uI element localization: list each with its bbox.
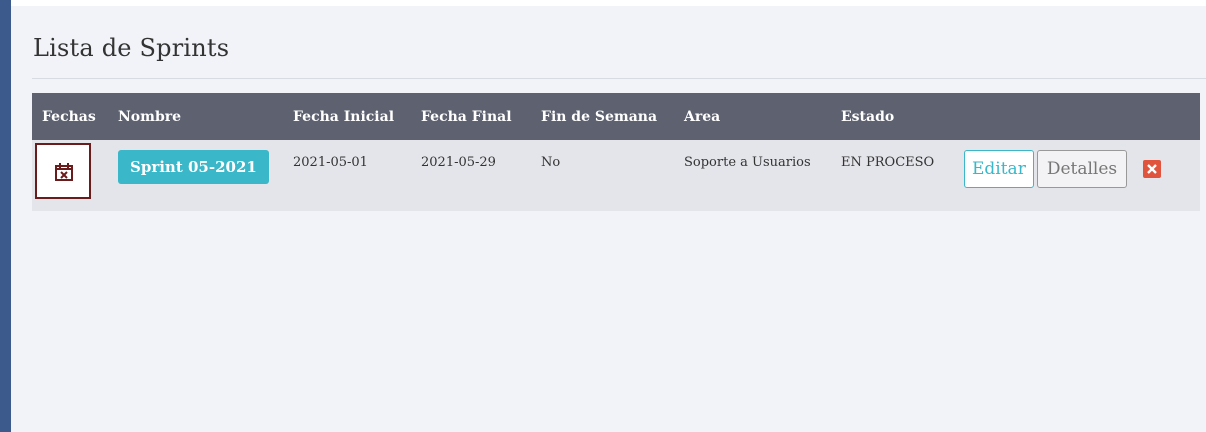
details-button[interactable]: Detalles bbox=[1036, 150, 1128, 188]
header-fecha-inicial: Fecha Inicial bbox=[293, 108, 395, 125]
edit-button[interactable]: Editar bbox=[964, 150, 1034, 188]
cell-actions: Editar Detalles bbox=[964, 140, 1200, 211]
table-header-row: Fechas Nombre Fecha Inicial Fecha Final … bbox=[32, 93, 1200, 140]
header-area: Area bbox=[684, 108, 721, 125]
header-fin-de-semana: Fin de Semana bbox=[541, 108, 658, 125]
area-value: Soporte a Usuarios bbox=[684, 155, 811, 170]
cell-estado: EN PROCESO bbox=[841, 140, 964, 211]
top-strip bbox=[11, 0, 1206, 6]
cell-fecha-inicial: 2021-05-01 bbox=[293, 140, 421, 211]
sprints-table: Fechas Nombre Fecha Inicial Fecha Final … bbox=[32, 93, 1200, 211]
title-divider bbox=[32, 78, 1206, 79]
header-nombre: Nombre bbox=[118, 108, 182, 125]
fecha-final-value: 2021-05-29 bbox=[421, 155, 496, 170]
estado-value: EN PROCESO bbox=[841, 155, 935, 170]
sprint-name-button[interactable]: Sprint 05-2021 bbox=[118, 150, 269, 184]
cell-fecha-final: 2021-05-29 bbox=[421, 140, 541, 211]
sidebar-edge bbox=[0, 0, 11, 432]
fin-de-semana-value: No bbox=[541, 155, 561, 170]
cell-fin-de-semana: No bbox=[541, 140, 684, 211]
delete-x-icon bbox=[1143, 159, 1162, 178]
cell-area: Soporte a Usuarios bbox=[684, 140, 841, 211]
delete-button[interactable] bbox=[1143, 159, 1162, 182]
header-fecha-final: Fecha Final bbox=[421, 108, 512, 125]
page-title: Lista de Sprints bbox=[33, 34, 230, 62]
calendar-x-button[interactable] bbox=[35, 143, 91, 199]
header-actions bbox=[964, 93, 1200, 140]
header-fechas: Fechas bbox=[42, 108, 96, 125]
cell-nombre: Sprint 05-2021 bbox=[118, 140, 293, 211]
cell-fechas bbox=[32, 140, 118, 211]
table-row: Sprint 05-2021 2021-05-01 2021-05-29 No … bbox=[32, 140, 1200, 211]
fecha-inicial-value: 2021-05-01 bbox=[293, 155, 368, 170]
calendar-x-icon bbox=[55, 163, 73, 181]
header-estado: Estado bbox=[841, 108, 895, 125]
